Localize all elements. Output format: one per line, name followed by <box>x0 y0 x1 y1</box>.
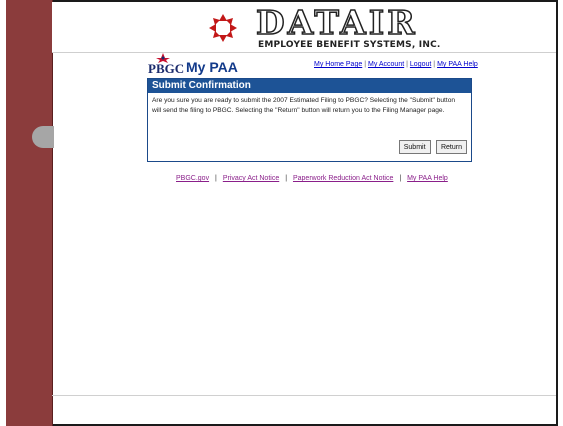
brand-name: DATAIR <box>255 3 418 42</box>
separator: | <box>215 175 217 182</box>
company-brand: DATAIR EMPLOYEE BENEFIT SYSTEMS, INC. <box>248 3 448 50</box>
my-home-page-link[interactable]: My Home Page <box>314 61 362 68</box>
submit-confirmation-dialog: Submit Confirmation Are you sure you are… <box>147 78 472 162</box>
sidebar-tab-handle[interactable] <box>32 126 54 148</box>
submit-button[interactable]: Submit <box>398 140 431 154</box>
privacy-act-notice-link[interactable]: Privacy Act Notice <box>223 175 279 182</box>
my-paa-help-link[interactable]: My PAA Help <box>437 61 478 68</box>
datair-logo-icon <box>209 14 237 42</box>
pbgc-my-paa-logo: PBGC My PAA <box>148 53 238 76</box>
dialog-buttons: Submit Return <box>398 136 467 154</box>
paperwork-reduction-notice-link[interactable]: Paperwork Reduction Act Notice <box>293 175 393 182</box>
logout-link[interactable]: Logout <box>410 61 431 68</box>
left-sidebar <box>6 0 53 426</box>
return-button[interactable]: Return <box>435 140 467 154</box>
brand-subtitle: EMPLOYEE BENEFIT SYSTEMS, INC. <box>258 40 441 50</box>
dialog-message: Are you sure you are ready to submit the… <box>152 97 456 114</box>
footer-links: PBGC.gov | Privacy Act Notice | Paperwor… <box>176 175 448 182</box>
separator: | <box>399 175 402 182</box>
product-label: My PAA <box>186 59 238 75</box>
pbgc-label: PBGC <box>148 61 185 76</box>
footer-my-paa-help-link[interactable]: My PAA Help <box>407 175 448 182</box>
separator: | <box>433 61 436 68</box>
pbgc-gov-link[interactable]: PBGC.gov <box>176 175 209 182</box>
top-nav-links: My Home Page | My Account | Logout | My … <box>314 61 478 68</box>
separator: | <box>285 175 288 182</box>
separator: | <box>406 61 408 68</box>
dialog-title: Submit Confirmation <box>148 79 471 93</box>
my-account-link[interactable]: My Account <box>368 61 404 68</box>
separator: | <box>364 61 367 68</box>
bottom-divider <box>52 395 556 396</box>
